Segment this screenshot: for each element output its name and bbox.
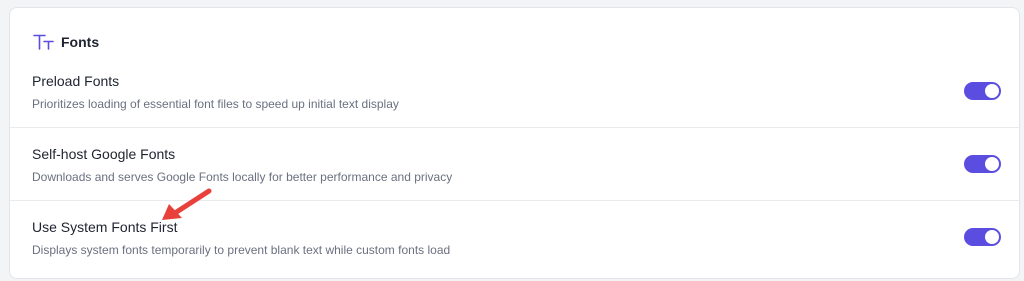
setting-row-self-host-google-fonts: Self-host Google Fonts Downloads and ser…: [10, 128, 1019, 201]
section-header: Fonts: [33, 32, 99, 52]
setting-title: Self-host Google Fonts: [32, 146, 176, 162]
setting-title: Use System Fonts First: [32, 219, 178, 235]
preload-fonts-toggle[interactable]: [964, 82, 1001, 100]
toggle-knob: [985, 157, 999, 171]
setting-row-use-system-fonts-first: Use System Fonts First Displays system f…: [10, 201, 1019, 274]
setting-row-preload-fonts: Preload Fonts Prioritizes loading of ess…: [10, 55, 1019, 128]
toggle-knob: [985, 230, 999, 244]
use-system-fonts-first-toggle[interactable]: [964, 228, 1001, 246]
setting-description: Downloads and serves Google Fonts locall…: [32, 170, 453, 184]
fonts-settings-panel: Fonts Preload Fonts Prioritizes loading …: [9, 7, 1020, 279]
setting-description: Prioritizes loading of essential font fi…: [32, 97, 399, 111]
section-title: Fonts: [61, 34, 100, 50]
setting-description: Displays system fonts temporarily to pre…: [32, 243, 451, 257]
toggle-knob: [985, 84, 999, 98]
self-host-google-fonts-toggle[interactable]: [964, 155, 1001, 173]
font-size-icon: [33, 33, 55, 51]
setting-title: Preload Fonts: [32, 73, 120, 89]
